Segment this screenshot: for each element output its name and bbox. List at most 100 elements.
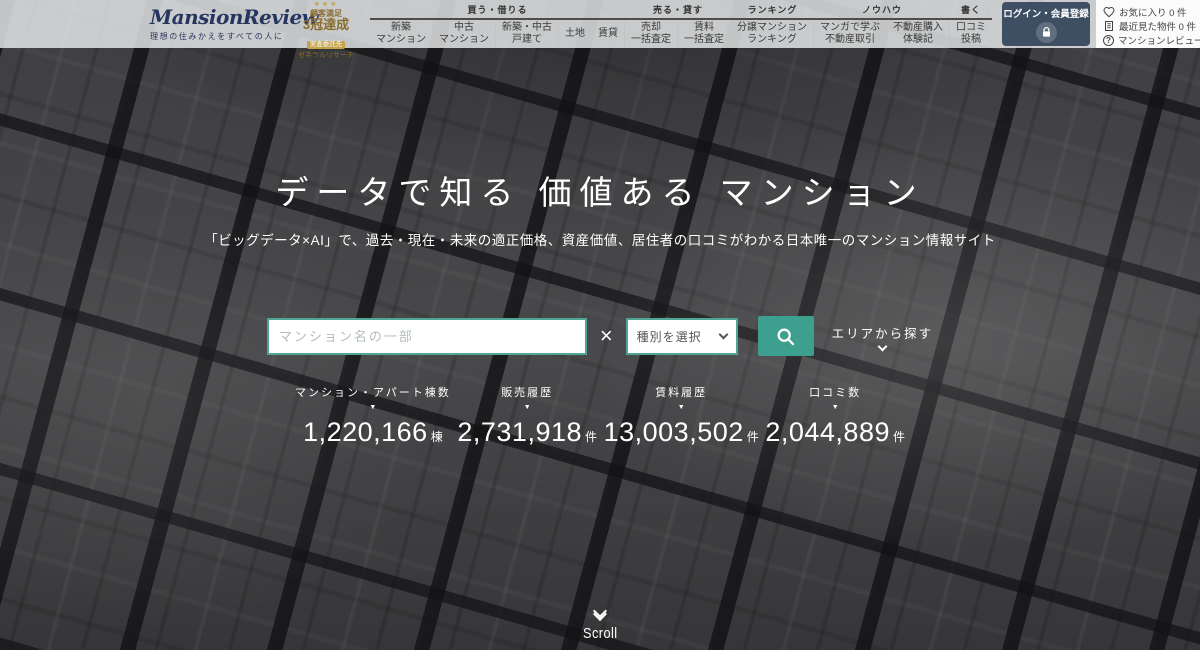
nav-item-line: 不動産購入: [893, 22, 943, 35]
nav-item-rent-appraisal[interactable]: 賃料 一括査定: [678, 20, 731, 48]
multiply-separator: ×: [600, 323, 613, 349]
chevron-down-icon: [718, 329, 728, 339]
site-header: MansionReview 理想の住みかえをすべての人に ★★★ 顧客満足 3冠…: [0, 0, 1200, 48]
recently-viewed-link[interactable]: 最近見た物件 0 件: [1103, 19, 1200, 33]
about-label: マンションレビューとは: [1118, 33, 1200, 47]
nav-item-line: 賃料: [684, 22, 724, 35]
caret-down-icon: ▼: [678, 404, 685, 411]
recently-viewed-label: 最近見た物件 0 件: [1119, 19, 1196, 33]
stat-label: 口コミ数: [809, 384, 861, 400]
nav-item-line: 新築: [376, 22, 426, 35]
search-bar: × 種別を選択 エリアから探す: [0, 316, 1200, 356]
nav-item-line: 一括査定: [684, 34, 724, 47]
lock-icon: [1036, 22, 1057, 43]
hero-subtitle: 「ビッグデータ×AI」で、過去・現在・未来の適正価格、資産価値、居住者の口コミが…: [0, 229, 1200, 249]
nav-item-purchase-stories[interactable]: 不動産購入 体験記: [887, 20, 950, 48]
nav-item-line: 口コミ: [956, 22, 986, 35]
favorites-link[interactable]: お気に入り 0 件: [1103, 5, 1200, 19]
nav-group-buy-rent: 買う・借りる 新築 マンション 中古 マンション 新築・中古 戸建て 土地: [370, 0, 625, 48]
nav-item-line: 投稿: [956, 34, 986, 47]
property-type-select[interactable]: 種別を選択: [626, 318, 738, 355]
mansion-name-input[interactable]: [267, 318, 587, 355]
nav-item-line: マンション: [439, 34, 489, 47]
nav-item-line: ランキング: [737, 34, 807, 47]
question-icon: ?: [1103, 35, 1114, 46]
property-type-value: 種別を選択: [637, 328, 702, 345]
stat-rent-history: 賃料履歴 ▼ 13,003,502 件: [604, 384, 759, 448]
stat-building-count: マンション・アパート棟数 ▼ 1,220,166 棟: [295, 384, 451, 448]
login-button-label: ログイン・会員登録: [1003, 6, 1089, 20]
scroll-label: Scroll: [583, 625, 617, 642]
nav-group-label: ノウハウ: [814, 0, 950, 20]
search-icon: [775, 326, 796, 347]
caret-down-icon: ▼: [524, 404, 531, 411]
site-logo[interactable]: MansionReview 理想の住みかえをすべての人に: [150, 0, 292, 48]
nav-item-used-mansion[interactable]: 中古 マンション: [433, 20, 496, 48]
nav-item-manga-guide[interactable]: マンガで学ぶ 不動産取引: [814, 20, 887, 48]
chevron-down-icon: [877, 341, 887, 351]
stat-sales-history: 販売履歴 ▼ 2,731,918 件: [457, 384, 597, 448]
nav-item-line: 賃貸: [598, 28, 618, 41]
stat-unit: 棟: [431, 428, 443, 445]
nav-item-post-review[interactable]: 口コミ 投稿: [950, 20, 992, 48]
search-button[interactable]: [758, 316, 814, 356]
nav-item-rental[interactable]: 賃貸: [592, 20, 625, 48]
heart-icon: [1103, 6, 1115, 18]
building-icon: [1103, 20, 1115, 32]
stat-label: 賃料履歴: [655, 384, 707, 400]
stat-value: 2,044,889: [765, 417, 890, 448]
nav-item-line: 体験記: [893, 34, 943, 47]
award-badge: ★★★ 顧客満足 3冠達成 実査委託先 ゼネラルリサーチ: [292, 1, 360, 49]
badge-line4: ゼネラルリサーチ: [292, 52, 360, 60]
badge-line2: 3冠達成: [292, 18, 360, 33]
area-link-label: エリアから探す: [832, 323, 934, 342]
scroll-indicator[interactable]: Scroll: [0, 606, 1200, 642]
site-stats: マンション・アパート棟数 ▼ 1,220,166 棟 販売履歴 ▼ 2,731,…: [295, 384, 905, 448]
login-register-button[interactable]: ログイン・会員登録: [1002, 2, 1090, 46]
nav-item-line: 不動産取引: [820, 34, 880, 47]
nav-group-ranking: ランキング 分譲マンション ランキング: [731, 0, 814, 48]
nav-item-line: 戸建て: [502, 34, 552, 47]
double-chevron-down-icon: [595, 606, 605, 619]
badge-stars-icon: ★★★: [292, 1, 360, 9]
stat-unit: 件: [585, 428, 597, 445]
caret-down-icon: ▼: [832, 404, 839, 411]
nav-item-line: 売却: [631, 22, 671, 35]
nav-group-knowhow: ノウハウ マンガで学ぶ 不動産取引 不動産購入 体験記: [814, 0, 950, 48]
stat-review-count: 口コミ数 ▼ 2,044,889 件: [765, 384, 905, 448]
nav-item-line: マンガで学ぶ: [820, 22, 880, 35]
nav-item-line: 土地: [565, 28, 585, 41]
nav-item-new-mansion[interactable]: 新築 マンション: [370, 20, 433, 48]
nav-item-line: 分譲マンション: [737, 22, 807, 35]
stat-value: 1,220,166: [303, 417, 428, 448]
nav-item-mansion-ranking[interactable]: 分譲マンション ランキング: [731, 20, 814, 48]
nav-item-line: 新築・中古: [502, 22, 552, 35]
hero-title: データで知る 価値ある マンション: [0, 166, 1200, 214]
logo-text: MansionReview: [150, 7, 292, 27]
logo-tagline: 理想の住みかえをすべての人に: [150, 31, 292, 42]
nav-item-land[interactable]: 土地: [559, 20, 592, 48]
stat-label: マンション・アパート棟数: [295, 384, 451, 400]
about-link[interactable]: ? マンションレビューとは: [1103, 33, 1200, 47]
stat-unit: 件: [747, 428, 759, 445]
nav-group-write: 書く 口コミ 投稿: [950, 0, 992, 48]
nav-group-label: 書く: [950, 0, 992, 20]
stat-unit: 件: [893, 428, 905, 445]
nav-item-houses[interactable]: 新築・中古 戸建て: [496, 20, 559, 48]
nav-group-label: 売る・貸す: [625, 0, 731, 20]
stat-label: 販売履歴: [501, 384, 553, 400]
search-by-area-link[interactable]: エリアから探す: [832, 323, 934, 350]
stat-value: 2,731,918: [457, 417, 582, 448]
favorites-label: お気に入り 0 件: [1119, 5, 1187, 19]
caret-down-icon: ▼: [369, 404, 376, 411]
stat-value: 13,003,502: [604, 417, 744, 448]
main-nav: 買う・借りる 新築 マンション 中古 マンション 新築・中古 戸建て 土地: [370, 0, 992, 48]
utility-menu: お気に入り 0 件 最近見た物件 0 件 ? マンションレビューとは: [1096, 0, 1200, 48]
nav-item-line: 中古: [439, 22, 489, 35]
nav-item-line: マンション: [376, 34, 426, 47]
nav-item-sale-appraisal[interactable]: 売却 一括査定: [625, 20, 678, 48]
nav-group-label: 買う・借りる: [370, 0, 625, 20]
nav-group-label: ランキング: [731, 0, 814, 20]
nav-group-sell-lease: 売る・貸す 売却 一括査定 賃料 一括査定: [625, 0, 731, 48]
badge-line3: 実査委託先: [307, 41, 346, 48]
